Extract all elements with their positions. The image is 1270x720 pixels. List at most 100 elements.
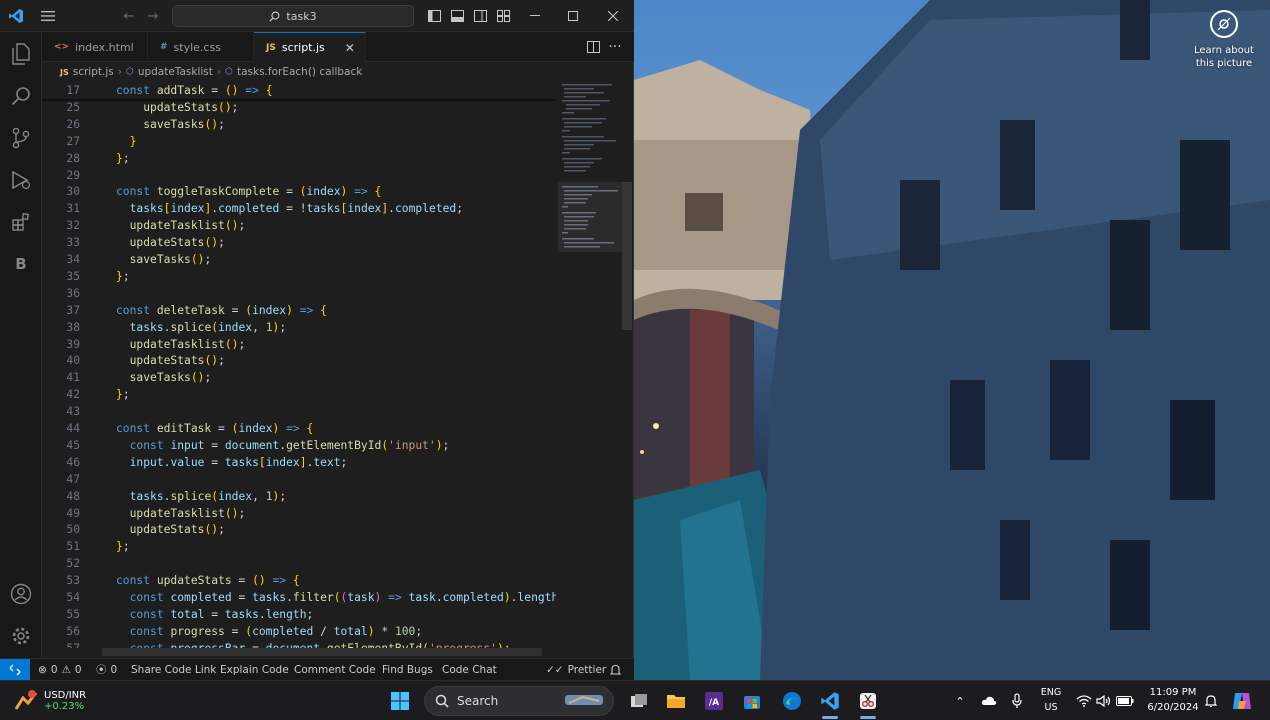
vertical-scrollbar[interactable]	[622, 182, 632, 330]
code-line[interactable]: 29	[42, 167, 556, 184]
minimize-icon[interactable]	[522, 0, 548, 32]
gear-icon[interactable]	[0, 616, 42, 656]
search-icon[interactable]	[0, 76, 42, 116]
code-line[interactable]: 41 saveTasks();	[42, 369, 556, 386]
bell-icon[interactable]	[610, 659, 621, 680]
problems-indicator[interactable]: ⊗ 0 ⚠ 0	[38, 659, 82, 680]
code-line[interactable]: 40 updateStats();	[42, 352, 556, 369]
close-icon[interactable]	[600, 0, 626, 32]
code-text: updateTasklist();	[129, 506, 246, 520]
customize-layout-icon[interactable]	[493, 0, 513, 32]
command-center-search[interactable]: task3	[172, 5, 414, 27]
code-line[interactable]: 55 const total = tasks.length;	[42, 606, 556, 623]
code-line[interactable]: 56 const progress = (completed / total) …	[42, 623, 556, 640]
volume-icon[interactable]	[1094, 681, 1114, 720]
microsoft-store-icon[interactable]	[736, 681, 768, 720]
task-view-icon[interactable]	[624, 681, 654, 720]
line-number: 25	[66, 100, 80, 114]
tab-style-css[interactable]: # style.css	[148, 32, 254, 62]
code-line[interactable]: 26 saveTasks();	[42, 116, 556, 133]
split-editor-icon[interactable]	[582, 32, 604, 62]
b-extension-icon[interactable]: B	[0, 244, 42, 284]
ports-indicator[interactable]: ⦿ 0	[96, 659, 117, 680]
accounts-icon[interactable]	[0, 574, 42, 614]
code-line[interactable]: 34 saveTasks();	[42, 251, 556, 268]
widgets-button[interactable]: USD/INR +0.23%	[14, 685, 86, 717]
breadcrumb-symbol[interactable]: updateTasklist	[138, 66, 213, 78]
code-line[interactable]: 37 const deleteTask = (index) => {	[42, 302, 556, 319]
code-line[interactable]: 27 }	[42, 133, 556, 150]
tab-script-js[interactable]: JS script.js ✕	[254, 32, 366, 62]
source-control-icon[interactable]	[0, 118, 42, 158]
code-line[interactable]: 38 tasks.splice(index, 1);	[42, 319, 556, 336]
vscode-taskbar-icon[interactable]	[814, 681, 846, 720]
code-line[interactable]: 47	[42, 471, 556, 488]
onedrive-cloud-icon[interactable]	[978, 681, 1000, 720]
find-bugs-button[interactable]: Find Bugs	[382, 659, 433, 680]
explain-code-button[interactable]: Explain Code	[220, 659, 289, 680]
code-line[interactable]: 48 tasks.splice(index, 1);	[42, 488, 556, 505]
system-clock[interactable]: 11:09 PM 6/20/2024	[1142, 685, 1204, 715]
show-hidden-icons-chevron-up-icon[interactable]: ⌃	[950, 681, 970, 720]
maximize-icon[interactable]	[560, 0, 586, 32]
code-line[interactable]: 39 updateTasklist();	[42, 336, 556, 353]
wifi-icon[interactable]	[1074, 681, 1094, 720]
explorer-icon[interactable]	[0, 34, 42, 74]
code-line[interactable]: 25 updateStats();	[42, 99, 556, 116]
code-line[interactable]: 30 const toggleTaskComplete = (index) => …	[42, 183, 556, 200]
back-arrow-icon[interactable]: ←	[118, 0, 140, 32]
minimap[interactable]	[558, 82, 622, 282]
toggle-primary-sidebar-icon[interactable]	[424, 0, 444, 32]
edge-browser-icon[interactable]	[776, 681, 808, 720]
code-line[interactable]: 31 tasks[index].completed = !tasks[index…	[42, 200, 556, 217]
code-line[interactable]: 42};	[42, 386, 556, 403]
code-line[interactable]: 44 const editTask = (index) => {	[42, 420, 556, 437]
code-line[interactable]: 51};	[42, 538, 556, 555]
code-line[interactable]: 32 updateTasklist();	[42, 217, 556, 234]
copilot-icon[interactable]	[1228, 681, 1256, 720]
code-editor[interactable]: 17 const addTask = () => {25 updateStats(…	[42, 82, 556, 648]
horizontal-scrollbar[interactable]	[102, 648, 542, 656]
toggle-secondary-sidebar-icon[interactable]	[470, 0, 490, 32]
remote-indicator-icon[interactable]	[0, 659, 30, 680]
breadcrumb-symbol[interactable]: tasks.forEach() callback	[237, 66, 362, 78]
notification-bell-icon[interactable]	[1202, 681, 1220, 720]
vscode-logo-icon[interactable]	[6, 0, 26, 32]
more-actions-icon[interactable]: ···	[604, 32, 626, 62]
close-tab-icon[interactable]: ✕	[345, 41, 355, 55]
input-language-indicator[interactable]: ENG US	[1036, 685, 1066, 715]
code-line[interactable]: 35};	[42, 268, 556, 285]
run-debug-icon[interactable]	[0, 160, 42, 200]
microphone-icon[interactable]	[1006, 681, 1028, 720]
taskbar-search-box[interactable]: Search	[424, 686, 614, 716]
file-explorer-icon[interactable]	[660, 681, 692, 720]
code-line[interactable]: 50 updateStats();	[42, 521, 556, 538]
code-line[interactable]: 49 updateTasklist();	[42, 505, 556, 522]
menu-icon[interactable]	[36, 0, 60, 32]
battery-icon[interactable]	[1114, 681, 1136, 720]
windows-start-icon[interactable]	[384, 681, 416, 720]
forward-arrow-icon[interactable]: →	[142, 0, 164, 32]
code-line[interactable]: 57 const progressBar = document.getEleme…	[42, 640, 556, 648]
extensions-icon[interactable]	[0, 202, 42, 242]
share-code-link-button[interactable]: Share Code Link	[131, 659, 216, 680]
learn-about-picture-button[interactable]: Learn about this picture	[1188, 8, 1260, 70]
code-line[interactable]: 54 const completed = tasks.filter((task)…	[42, 589, 556, 606]
visual-studio-icon[interactable]: /A	[698, 681, 730, 720]
code-line[interactable]: 33 updateStats();	[42, 234, 556, 251]
code-line[interactable]: 46 input.value = tasks[index].text;	[42, 454, 556, 471]
prettier-button[interactable]: ✓✓ Prettier	[546, 659, 606, 680]
breadcrumb-file[interactable]: script.js	[73, 66, 114, 78]
toggle-panel-icon[interactable]	[447, 0, 467, 32]
snipping-tool-icon[interactable]	[852, 681, 884, 720]
code-line[interactable]: 43	[42, 403, 556, 420]
code-line[interactable]: 17 const addTask = () => {	[42, 82, 556, 99]
code-chat-button[interactable]: Code Chat	[442, 659, 497, 680]
code-line[interactable]: 45 const input = document.getElementById…	[42, 437, 556, 454]
code-line[interactable]: 52	[42, 555, 556, 572]
code-line[interactable]: 36	[42, 285, 556, 302]
code-line[interactable]: 53 const updateStats = () => {	[42, 572, 556, 589]
tab-index-html[interactable]: <> index.html	[42, 32, 148, 62]
comment-code-button[interactable]: Comment Code	[294, 659, 376, 680]
code-line[interactable]: 28};	[42, 150, 556, 167]
